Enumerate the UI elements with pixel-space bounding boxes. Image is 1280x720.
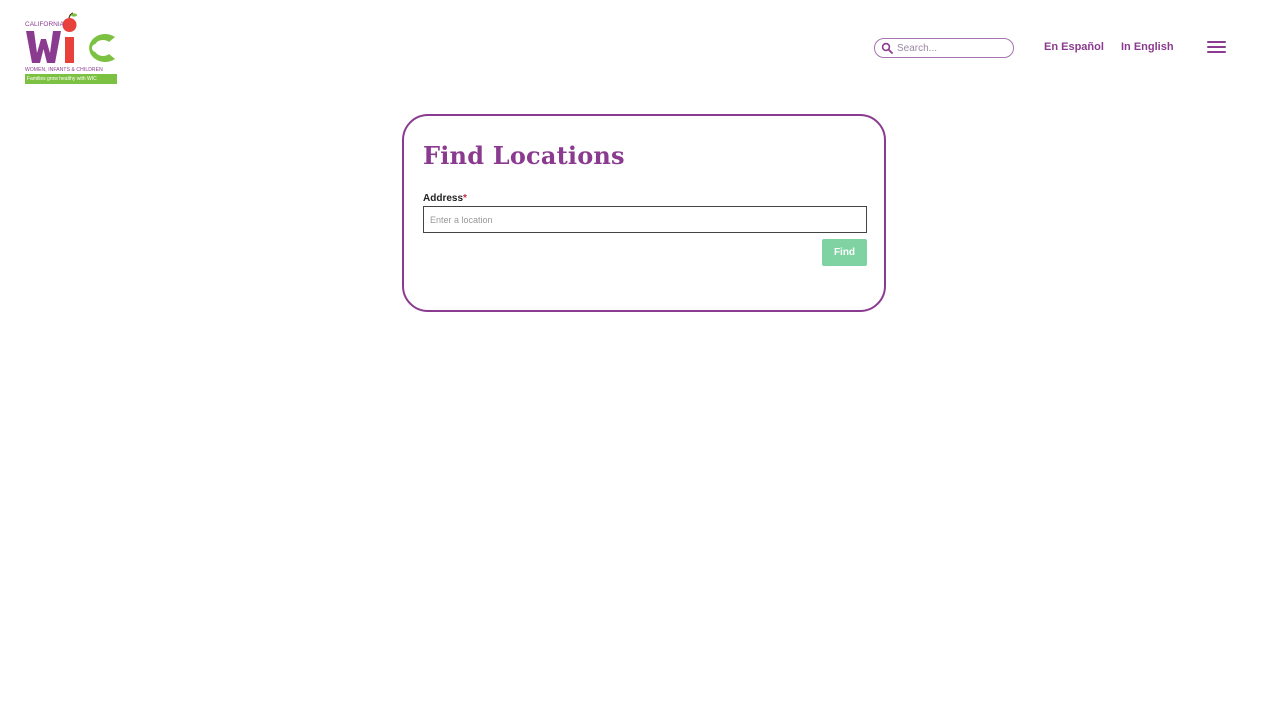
menu-bar [1207, 51, 1226, 53]
menu-bar [1207, 46, 1226, 48]
wic-logo[interactable]: CALIFORNIA WOMEN, INFANTS & CHILDREN Fam… [25, 11, 117, 84]
page: CALIFORNIA WOMEN, INFANTS & CHILDREN Fam… [0, 0, 1280, 720]
logo-state-text: CALIFORNIA [25, 21, 65, 28]
required-marker: * [463, 193, 467, 204]
find-button[interactable]: Find [822, 239, 867, 266]
address-input[interactable] [423, 206, 867, 233]
menu-bar [1207, 41, 1226, 43]
language-english-link[interactable]: In English [1121, 41, 1174, 53]
page-title: Find Locations [423, 141, 625, 170]
search-icon [881, 42, 893, 54]
language-spanish-link[interactable]: En Español [1044, 41, 1104, 53]
hamburger-menu-icon[interactable] [1207, 40, 1226, 54]
address-label: Address* [423, 193, 467, 204]
wic-logo-mark [26, 12, 115, 63]
address-label-text: Address [423, 193, 464, 204]
search-input[interactable] [897, 42, 1007, 54]
search-box[interactable] [874, 38, 1014, 58]
find-locations-card: Find Locations Address* Find [402, 114, 886, 312]
logo-subtitle: WOMEN, INFANTS & CHILDREN [25, 67, 103, 73]
logo-tagline: Families grow healthy with WIC [25, 74, 117, 84]
